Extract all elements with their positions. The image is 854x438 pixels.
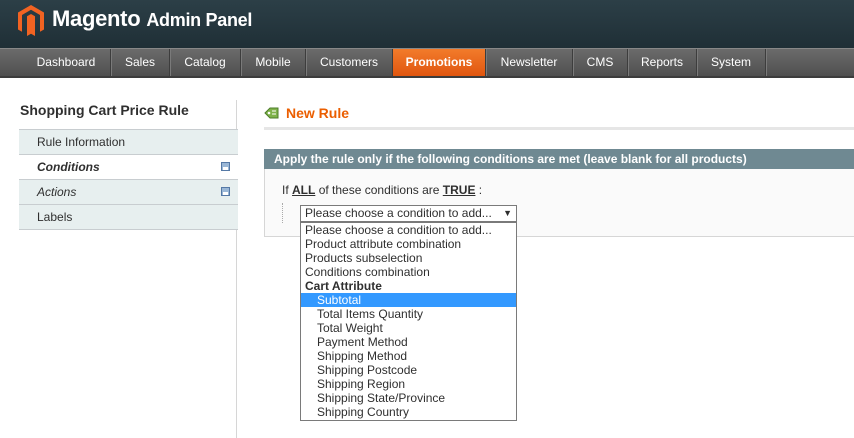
- option-shipping-country[interactable]: Shipping Country: [301, 405, 516, 419]
- tab-label: Conditions: [37, 160, 100, 174]
- aggregator-all-link[interactable]: ALL: [292, 183, 315, 197]
- nav-sales[interactable]: Sales: [111, 49, 170, 76]
- changed-floppy-icon: [221, 187, 230, 196]
- option-shipping-region[interactable]: Shipping Region: [301, 377, 516, 391]
- option-shipping-postcode[interactable]: Shipping Postcode: [301, 363, 516, 377]
- value-true-link[interactable]: TRUE: [443, 183, 476, 197]
- optgroup-cart-attribute: Cart Attribute: [305, 279, 382, 293]
- option-subtotal[interactable]: Subtotal: [301, 293, 516, 307]
- brand-name: Magento: [52, 6, 141, 31]
- condition-dropdown-list: Please choose a condition to add... Prod…: [300, 222, 517, 421]
- brand-subtitle: Admin Panel: [146, 10, 253, 30]
- nav-newsletter[interactable]: Newsletter: [486, 49, 573, 76]
- fieldset-header: Apply the rule only if the following con…: [264, 149, 854, 169]
- tab-label: Labels: [37, 210, 73, 224]
- nav-reports[interactable]: Reports: [628, 49, 697, 76]
- rule-tag-icon: [264, 107, 279, 119]
- tab-label: Rule Information: [37, 135, 126, 149]
- admin-header: Magento Admin Panel: [0, 0, 854, 48]
- option-placeholder[interactable]: Please choose a condition to add...: [301, 223, 516, 237]
- nav-dashboard[interactable]: Dashboard: [22, 49, 111, 76]
- main-nav: Dashboard Sales Catalog Mobile Customers…: [0, 48, 854, 78]
- cond-prefix: If: [282, 183, 289, 197]
- select-value: Please choose a condition to add...: [305, 206, 492, 220]
- option-conditions-combination[interactable]: Conditions combination: [301, 265, 516, 279]
- option-shipping-state-province[interactable]: Shipping State/Province: [301, 391, 516, 405]
- tab-conditions[interactable]: Conditions: [19, 155, 238, 180]
- nav-cms[interactable]: CMS: [573, 49, 628, 76]
- option-shipping-method[interactable]: Shipping Method: [301, 349, 516, 363]
- tab-labels[interactable]: Labels: [19, 205, 238, 230]
- brand-title[interactable]: Magento Admin Panel: [52, 6, 252, 32]
- option-product-attribute-combination[interactable]: Product attribute combination: [301, 237, 516, 251]
- page-title: New Rule: [286, 105, 350, 121]
- changed-floppy-icon: [221, 162, 230, 171]
- cond-middle: of these conditions are: [318, 183, 440, 197]
- nav-system[interactable]: System: [697, 49, 766, 76]
- dropdown-arrow-icon: ▼: [503, 208, 512, 218]
- condition-statement: If ALL of these conditions are TRUE :: [282, 183, 482, 197]
- nav-catalog[interactable]: Catalog: [170, 49, 241, 76]
- title-divider: [264, 127, 854, 130]
- tab-rule-information[interactable]: Rule Information: [19, 130, 238, 155]
- tab-label: Actions: [37, 185, 77, 199]
- tab-actions[interactable]: Actions: [19, 180, 238, 205]
- nav-promotions[interactable]: Promotions: [393, 49, 486, 76]
- option-payment-method[interactable]: Payment Method: [301, 335, 516, 349]
- tree-connector: [282, 203, 284, 223]
- cond-suffix: :: [478, 183, 483, 197]
- magento-logo-icon: [18, 5, 44, 36]
- new-condition-select[interactable]: Please choose a condition to add... ▼: [300, 205, 517, 222]
- sidebar-title: Shopping Cart Price Rule: [20, 102, 189, 118]
- nav-customers[interactable]: Customers: [306, 49, 393, 76]
- sidebar-tabs: Rule Information Conditions Actions Labe…: [19, 129, 238, 230]
- option-total-items-quantity[interactable]: Total Items Quantity: [301, 307, 516, 321]
- option-total-weight[interactable]: Total Weight: [301, 321, 516, 335]
- option-products-subselection[interactable]: Products subselection: [301, 251, 516, 265]
- nav-mobile[interactable]: Mobile: [241, 49, 306, 76]
